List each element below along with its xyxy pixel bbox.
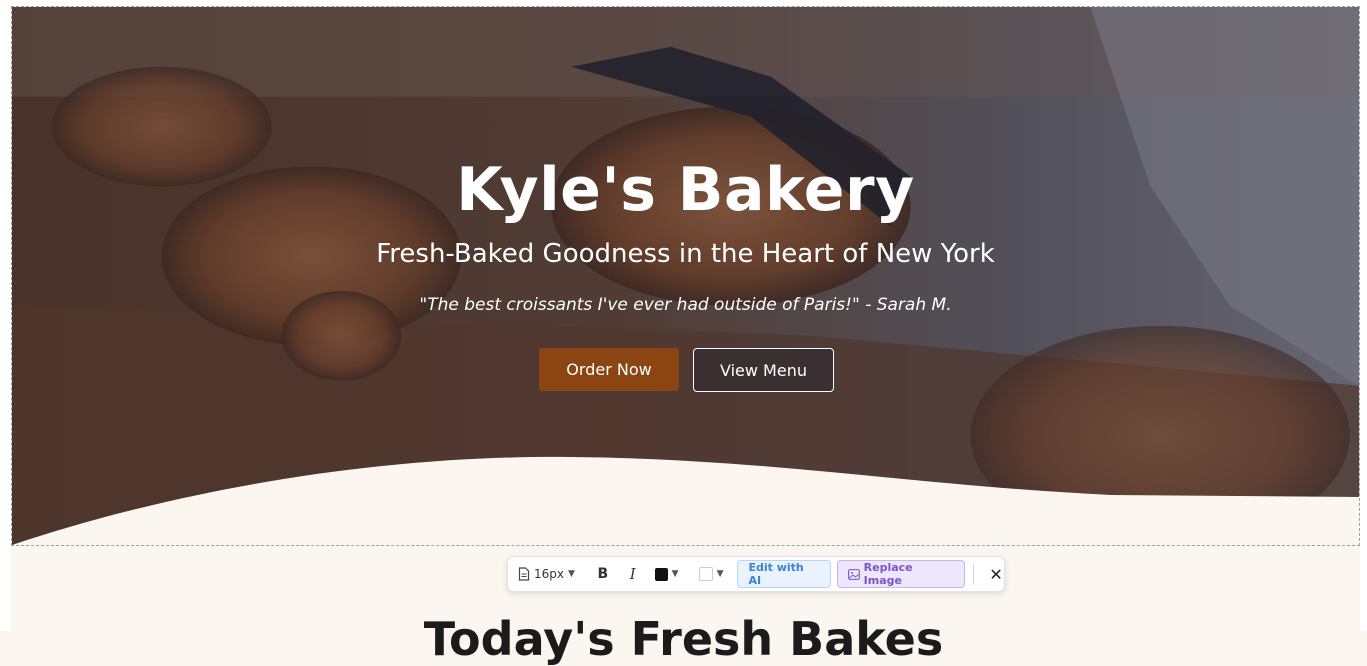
editor-canvas-left	[0, 0, 11, 631]
italic-button[interactable]: I	[623, 560, 643, 588]
section-title[interactable]: Today's Fresh Bakes	[0, 612, 1367, 666]
editor-canvas-right	[1360, 0, 1367, 631]
font-size-dropdown[interactable]: 16px ▼	[518, 560, 575, 588]
edit-with-ai-button[interactable]: Edit with AI	[737, 560, 831, 588]
order-now-button[interactable]: Order Now	[539, 348, 679, 391]
hero-title[interactable]: Kyle's Bakery	[12, 155, 1359, 225]
background-color-swatch	[698, 567, 713, 581]
chevron-down-icon: ▼	[671, 569, 679, 579]
chevron-down-icon: ▼	[568, 569, 575, 579]
close-icon[interactable]: ✕	[988, 560, 1004, 588]
hero-wave-divider	[12, 456, 1359, 545]
font-size-value: 16px	[534, 567, 564, 581]
chevron-down-icon: ▼	[716, 569, 724, 579]
image-icon	[847, 568, 860, 580]
hero-section[interactable]: Kyle's Bakery Fresh-Baked Goodness in th…	[11, 6, 1360, 546]
background-color-picker[interactable]: ▼	[698, 560, 724, 588]
replace-image-label: Replace Image	[863, 561, 913, 587]
toolbar-divider	[973, 563, 975, 585]
text-edit-toolbar: 16px ▼ B I ▼ ▼ Edit with AI Replace Imag…	[507, 556, 1005, 592]
replace-image-button[interactable]: Replace Image	[836, 560, 966, 588]
text-color-picker[interactable]: ▼	[654, 560, 679, 588]
text-color-swatch	[654, 567, 668, 581]
bold-button[interactable]: B	[593, 560, 613, 588]
hero-subtitle[interactable]: Fresh-Baked Goodness in the Heart of New…	[12, 239, 1359, 269]
hero-testimonial-quote[interactable]: "The best croissants I've ever had outsi…	[12, 295, 1359, 315]
document-icon	[518, 567, 530, 581]
view-menu-button[interactable]: View Menu	[693, 348, 834, 392]
